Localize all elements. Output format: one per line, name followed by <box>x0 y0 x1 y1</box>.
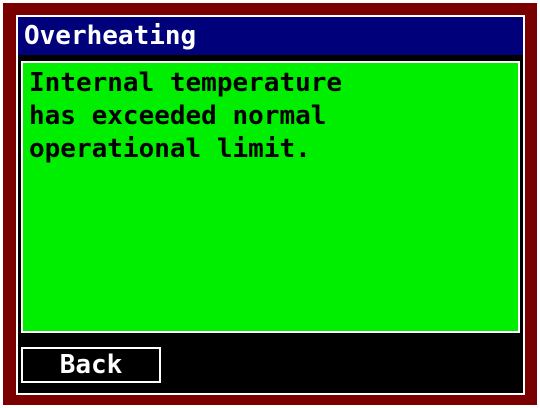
message-panel: Internal temperature has exceeded normal… <box>21 61 520 333</box>
back-button[interactable]: Back <box>21 347 161 383</box>
device-screen: Overheating Internal temperature has exc… <box>16 15 525 395</box>
device-frame: Overheating Internal temperature has exc… <box>3 3 537 405</box>
warning-message: Internal temperature has exceeded normal… <box>29 68 343 164</box>
dialog-title: Overheating <box>18 17 523 55</box>
